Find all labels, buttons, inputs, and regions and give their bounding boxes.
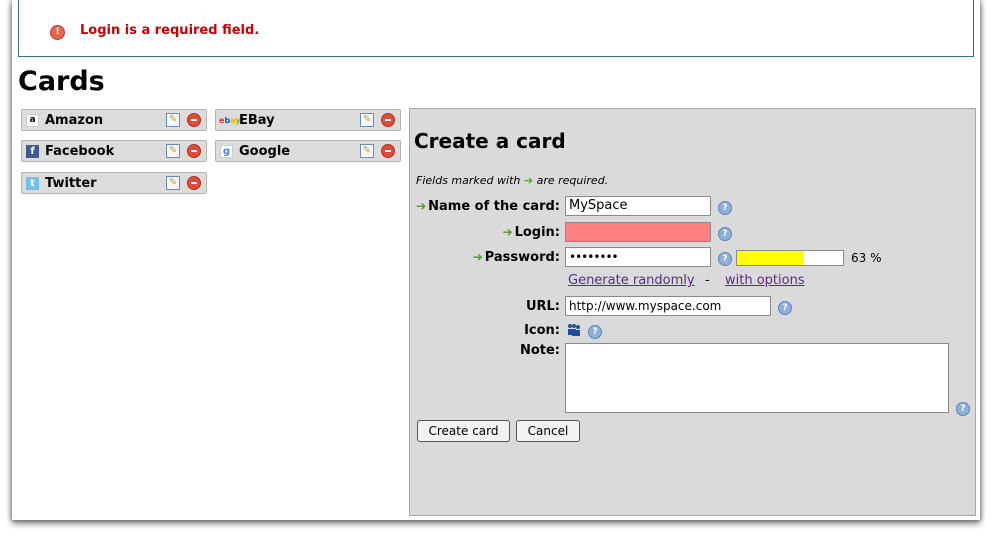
card-item-ebay[interactable]: ebay EBay ✎ xyxy=(215,109,401,131)
note-textarea[interactable] xyxy=(565,343,949,413)
card-item-google[interactable]: g Google ✎ xyxy=(215,140,401,162)
generate-randomly-link[interactable]: Generate randomly xyxy=(568,273,695,288)
create-card-button[interactable]: Create card xyxy=(417,420,510,442)
page-frame: ! Login is a required field. Cards a Ama… xyxy=(12,0,980,520)
password-label-row: ➔ Password: xyxy=(473,250,560,265)
cancel-button[interactable]: Cancel xyxy=(516,420,580,442)
help-icon[interactable]: ? xyxy=(718,227,732,241)
password-strength-fill xyxy=(737,251,804,265)
required-arrow-icon: ➔ xyxy=(502,225,513,239)
name-label: Name of the card: xyxy=(428,199,560,214)
delete-icon[interactable] xyxy=(187,176,201,190)
card-name: Twitter xyxy=(45,176,97,191)
twitter-logo-icon: t xyxy=(26,177,39,190)
amazon-logo-icon: a xyxy=(26,114,39,127)
name-input[interactable]: MySpace xyxy=(565,196,711,216)
edit-icon[interactable]: ✎ xyxy=(360,144,374,158)
help-icon[interactable]: ? xyxy=(956,402,970,416)
card-name: Amazon xyxy=(45,113,104,128)
required-fields-note: Fields marked with ➔ are required. xyxy=(416,174,608,187)
login-label-row: ➔ Login: xyxy=(503,225,561,240)
name-label-row: ➔ Name of the card: xyxy=(416,199,560,214)
required-arrow-icon: ➔ xyxy=(523,174,534,187)
required-arrow-icon: ➔ xyxy=(416,199,427,213)
edit-icon[interactable]: ✎ xyxy=(166,144,180,158)
password-strength-percent: 63 % xyxy=(851,251,882,265)
url-input[interactable]: http://www.myspace.com xyxy=(565,296,771,316)
delete-icon[interactable] xyxy=(381,113,395,127)
error-icon: ! xyxy=(50,25,65,40)
note-label: Note: xyxy=(519,343,560,358)
required-note-text-end: are required. xyxy=(536,174,609,187)
card-name: EBay xyxy=(239,113,275,128)
error-message: Login is a required field. xyxy=(80,23,260,38)
icon-label: Icon: xyxy=(524,323,560,338)
with-options-link[interactable]: with options xyxy=(725,273,805,288)
create-card-panel: Create a card Fields marked with ➔ are r… xyxy=(409,108,976,516)
card-name: Facebook xyxy=(45,144,115,159)
delete-icon[interactable] xyxy=(187,144,201,158)
edit-icon[interactable]: ✎ xyxy=(166,176,180,190)
edit-icon[interactable]: ✎ xyxy=(166,113,180,127)
login-label: Login: xyxy=(514,225,560,240)
password-strength-bar xyxy=(736,250,844,266)
card-item-amazon[interactable]: a Amazon ✎ xyxy=(21,109,207,131)
help-icon[interactable]: ? xyxy=(778,301,792,315)
delete-icon[interactable] xyxy=(187,113,201,127)
google-logo-icon: g xyxy=(220,145,233,158)
url-label: URL: xyxy=(525,299,560,314)
error-message-box: ! Login is a required field. xyxy=(18,0,974,57)
help-icon[interactable]: ? xyxy=(718,252,732,266)
login-input[interactable] xyxy=(565,222,711,242)
ebay-logo-icon: ebay xyxy=(219,116,241,125)
card-item-twitter[interactable]: t Twitter ✎ xyxy=(21,172,207,194)
panel-title: Create a card xyxy=(414,129,566,153)
myspace-icon[interactable] xyxy=(567,323,581,337)
password-label: Password: xyxy=(484,250,560,265)
delete-icon[interactable] xyxy=(381,144,395,158)
help-icon[interactable]: ? xyxy=(588,325,602,339)
password-input[interactable]: •••••••• xyxy=(565,247,711,267)
edit-icon[interactable]: ✎ xyxy=(360,113,374,127)
required-arrow-icon: ➔ xyxy=(472,250,483,264)
card-item-facebook[interactable]: f Facebook ✎ xyxy=(21,140,207,162)
facebook-logo-icon: f xyxy=(26,145,39,158)
cards-heading: Cards xyxy=(18,66,105,97)
link-separator: - xyxy=(705,273,710,288)
help-icon[interactable]: ? xyxy=(718,201,732,215)
required-note-text: Fields marked with xyxy=(416,174,521,187)
card-name: Google xyxy=(239,144,291,159)
